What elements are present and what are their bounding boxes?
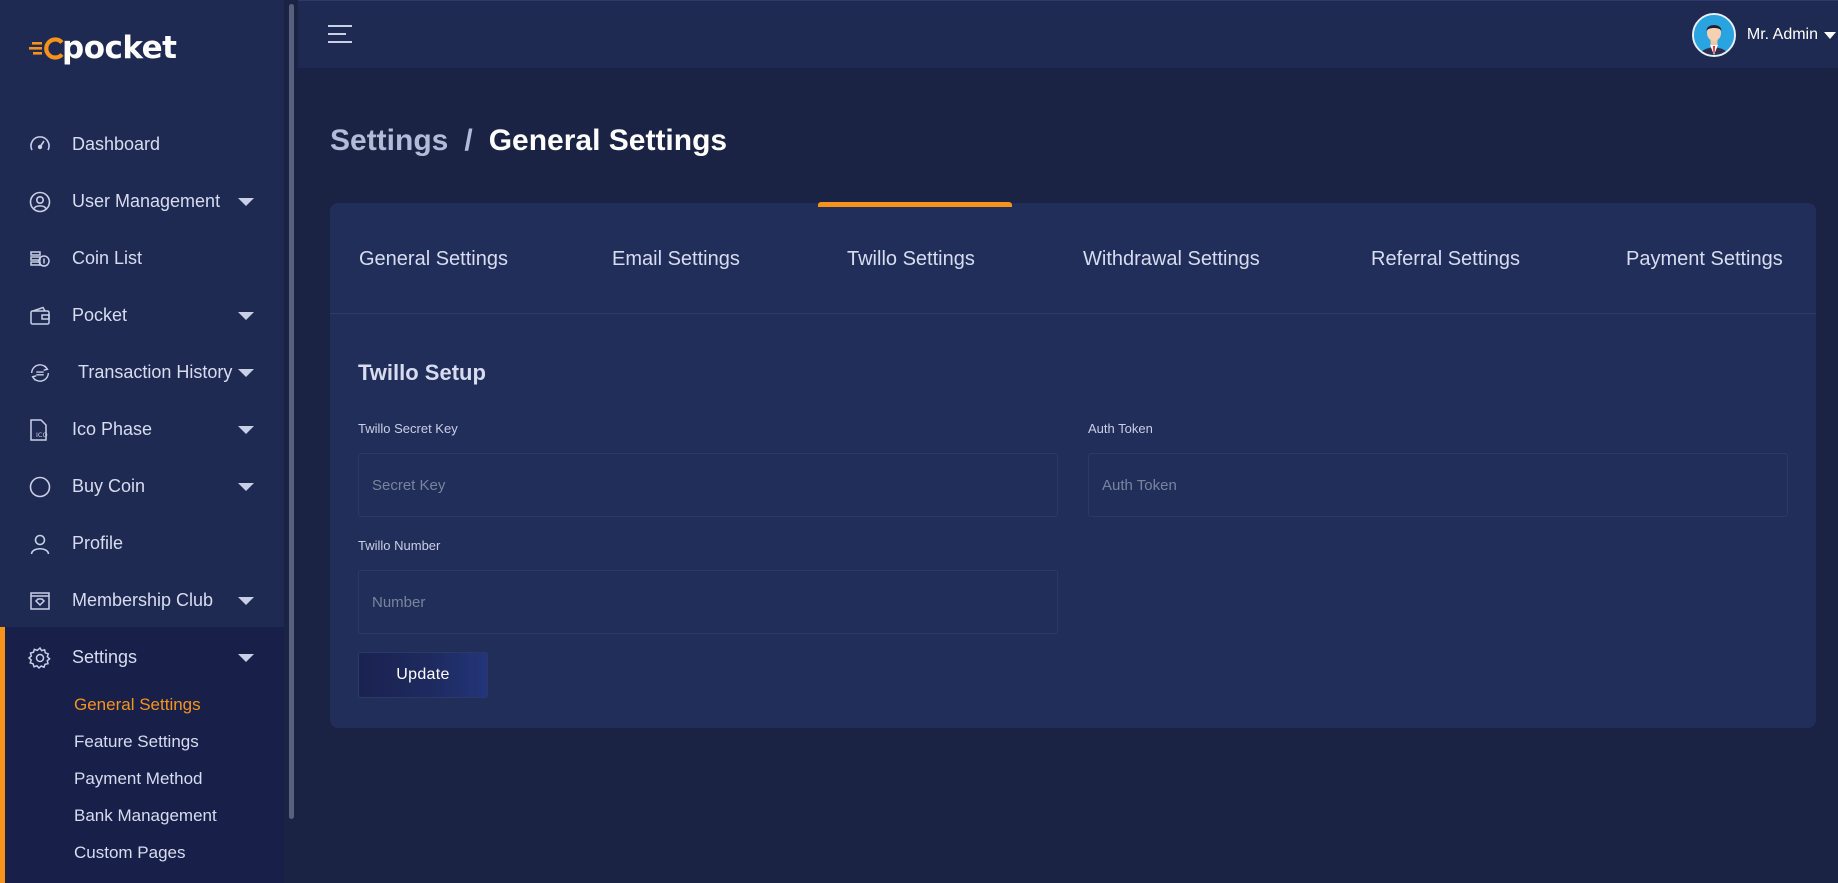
page-title: General Settings	[488, 124, 728, 157]
chevron-down-icon	[238, 596, 254, 605]
logo-text: pocket	[62, 30, 177, 66]
sidebar-item-profile[interactable]: Profile	[0, 515, 284, 572]
ico-file-icon: ICO	[28, 418, 52, 442]
gear-icon	[28, 646, 52, 670]
submenu-item-payment-method[interactable]: Payment Method	[74, 760, 217, 797]
sidebar-item-label: Pocket	[72, 305, 128, 325]
sidebar-item-ico-phase[interactable]: ICO Ico Phase	[0, 401, 284, 458]
tab-withdrawal-settings[interactable]: Withdrawal Settings	[1083, 248, 1260, 271]
user-icon	[28, 532, 52, 556]
breadcrumb-separator: /	[464, 124, 473, 157]
submenu-item-feature-settings[interactable]: Feature Settings	[74, 723, 217, 760]
sidebar-item-coin-list[interactable]: Coin List	[0, 230, 284, 287]
secret-key-input[interactable]	[358, 453, 1058, 517]
chevron-down-icon	[238, 482, 254, 491]
update-button[interactable]: Update	[358, 652, 488, 698]
submenu-item-general-settings[interactable]: General Settings	[74, 686, 217, 723]
submenu-item-custom-pages[interactable]: Custom Pages	[74, 834, 217, 871]
sidebar-item-label: Transaction History	[78, 362, 233, 382]
sidebar-item-buy-coin[interactable]: Buy Coin	[0, 458, 284, 515]
circle-icon	[28, 475, 52, 499]
sidebar-item-label: Dashboard	[72, 134, 161, 154]
tab-twillo-settings[interactable]: Twillo Settings	[847, 248, 975, 271]
hamburger-icon[interactable]	[328, 25, 352, 45]
transfer-icon	[28, 361, 52, 385]
breadcrumb: Settings / General Settings	[330, 124, 727, 158]
coins-icon	[28, 247, 52, 271]
user-circle-icon	[28, 190, 52, 214]
chevron-down-icon	[238, 368, 254, 377]
sidebar-item-label: Coin List	[72, 248, 143, 268]
section-title: Twillo Setup	[358, 360, 486, 385]
logo-icon	[28, 34, 64, 62]
svg-text:ICO: ICO	[36, 431, 48, 439]
chevron-down-icon	[238, 425, 254, 434]
sidebar-item-label: Membership Club	[72, 590, 214, 610]
settings-card: General Settings Email Settings Twillo S…	[330, 202, 1816, 728]
membership-icon	[28, 589, 52, 613]
sidebar-item-dashboard[interactable]: Dashboard	[0, 116, 284, 173]
sidebar-item-label: Profile	[72, 533, 124, 553]
sidebar-item-settings[interactable]: Settings	[0, 629, 284, 686]
sidebar-item-transaction-history[interactable]: Transaction History	[0, 344, 284, 401]
chevron-down-icon	[1824, 31, 1836, 39]
wallet-icon	[28, 304, 52, 328]
twillo-number-label: Twillo Number	[358, 538, 441, 553]
sidebar-item-membership-club[interactable]: Membership Club	[0, 572, 284, 629]
sidebar-nav: Dashboard User Management Coin List Pock…	[0, 116, 284, 686]
tab-referral-settings[interactable]: Referral Settings	[1371, 248, 1520, 271]
sidebar-item-label: Ico Phase	[72, 419, 153, 439]
settings-tabs: General Settings Email Settings Twillo S…	[330, 202, 1816, 314]
tab-general-settings[interactable]: General Settings	[359, 248, 508, 271]
active-tab-indicator	[818, 202, 1012, 207]
tab-email-settings[interactable]: Email Settings	[612, 248, 740, 271]
topbar: Mr. Admin	[298, 0, 1838, 68]
twillo-number-input[interactable]	[358, 570, 1058, 634]
sidebar: pocket Dashboard User Management Coin Li…	[0, 0, 298, 883]
sidebar-item-label: Buy Coin	[72, 476, 146, 496]
submenu-item-bank-management[interactable]: Bank Management	[74, 797, 217, 834]
logo[interactable]: pocket	[28, 30, 177, 66]
auth-token-label: Auth Token	[1088, 421, 1153, 436]
speedometer-icon	[28, 133, 52, 157]
breadcrumb-parent[interactable]: Settings	[330, 124, 448, 158]
tab-payment-settings[interactable]: Payment Settings	[1626, 248, 1783, 271]
sidebar-item-user-management[interactable]: User Management	[0, 173, 284, 230]
auth-token-input[interactable]	[1088, 453, 1788, 517]
secret-key-label: Twillo Secret Key	[358, 421, 458, 436]
settings-submenu: General Settings Feature Settings Paymen…	[74, 686, 217, 871]
user-name: Mr. Admin	[1746, 26, 1818, 43]
sidebar-item-label: User Management	[72, 191, 221, 211]
chevron-down-icon	[238, 653, 254, 662]
sidebar-scrollbar[interactable]	[289, 4, 294, 819]
user-menu[interactable]: Mr. Admin	[1691, 13, 1838, 57]
chevron-down-icon	[238, 311, 254, 320]
chevron-down-icon	[238, 197, 254, 206]
avatar	[1691, 13, 1736, 57]
sidebar-item-pocket[interactable]: Pocket	[0, 287, 284, 344]
sidebar-item-label: Settings	[72, 647, 138, 667]
